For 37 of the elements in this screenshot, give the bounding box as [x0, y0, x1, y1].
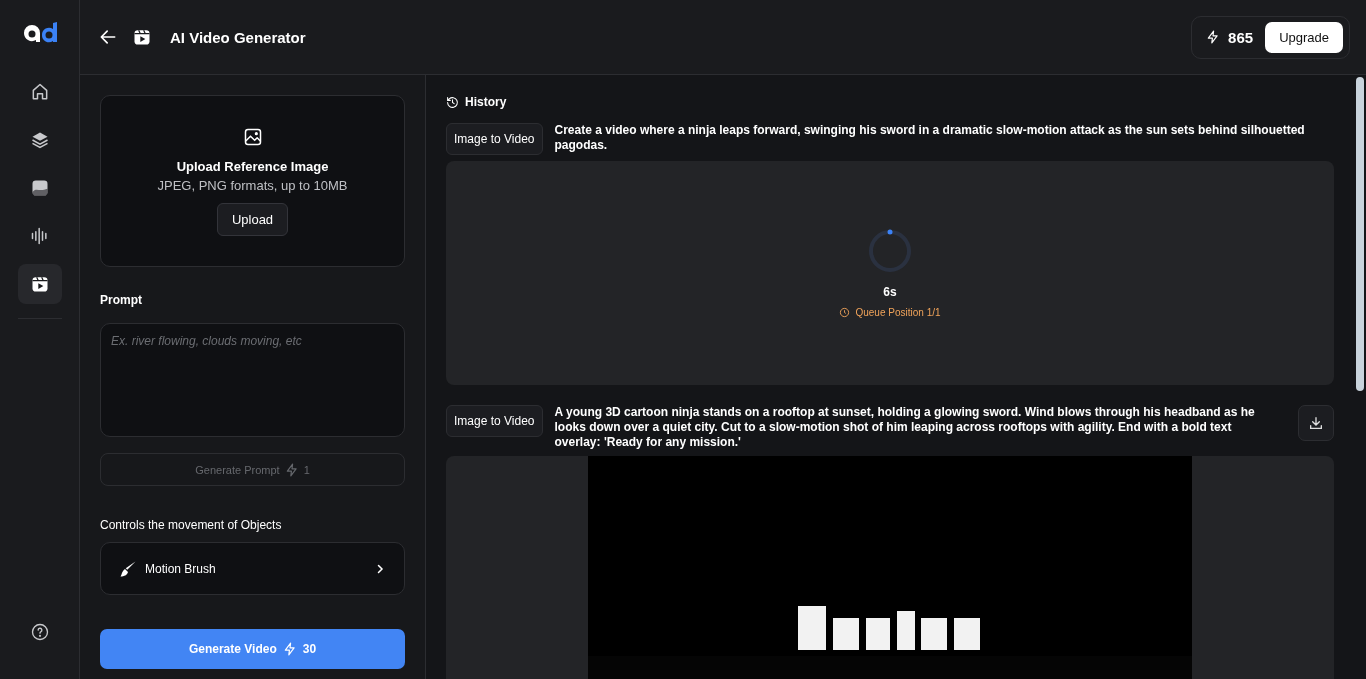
upload-area[interactable]: Upload Reference Image JPEG, PNG formats, up to 10MB Upload	[100, 95, 405, 267]
download-button[interactable]	[1298, 405, 1334, 441]
logo-icon	[21, 22, 58, 44]
upgrade-button[interactable]: Upgrade	[1265, 21, 1343, 53]
timer-text: 6s	[883, 284, 897, 299]
back-arrow-icon[interactable]	[98, 27, 118, 47]
bolt-icon	[284, 461, 299, 478]
page-title: AI Video Generator	[170, 28, 306, 46]
history-icon	[446, 95, 459, 109]
upload-hint: JPEG, PNG formats, up to 10MB	[157, 177, 348, 193]
upload-title: Upload Reference Image	[176, 158, 329, 174]
prompt-text: Create a video where a ninja leaps forward, swinging his sword in a dramatic slow-motion attack as the sun sets behind silhouetted pagodas.	[554, 123, 1306, 153]
layers-icon	[29, 130, 50, 150]
clock-icon	[839, 306, 851, 318]
download-icon	[1308, 415, 1324, 431]
controls-label: Controls the movement of Objects	[100, 518, 283, 532]
sidebar-item[interactable]	[17, 264, 62, 304]
mode-tag[interactable]: Image to Video	[446, 405, 543, 437]
queue-position: Queue Position 1/1	[855, 306, 941, 318]
brush-icon	[119, 559, 137, 578]
prompt-label: Prompt	[100, 293, 143, 307]
generate-video-button[interactable]: Generate Video 30	[100, 629, 405, 669]
prompt-text: A young 3D cartoon ninja stands on a rooftop at sunset, holding a glowing sword. Wind blows through his headband as he looks down over a quiet city. Cut to a slow-motion shot of him leaping across rooftops with agility. End with a bold text overlay: 'Ready for any mission.'	[554, 405, 1256, 450]
help-icon[interactable]	[30, 623, 49, 641]
waveform-icon	[29, 226, 50, 246]
loading-spinner-icon	[868, 228, 912, 273]
mode-tag[interactable]: Image to Video	[446, 123, 543, 155]
motion-brush-button[interactable]: Motion Brush	[100, 542, 405, 595]
bolt-icon	[282, 641, 297, 657]
history-title: History	[465, 95, 507, 109]
prompt-field[interactable]: Ex. river flowing, clouds moving, etc	[100, 323, 405, 437]
video-icon	[132, 27, 152, 47]
scrollbar-thumb[interactable]	[1356, 77, 1364, 391]
video-player[interactable]	[446, 456, 1334, 679]
upload-button[interactable]: Upload	[216, 202, 289, 236]
credit-count: 865	[1228, 28, 1254, 46]
bolt-icon	[1206, 29, 1221, 45]
